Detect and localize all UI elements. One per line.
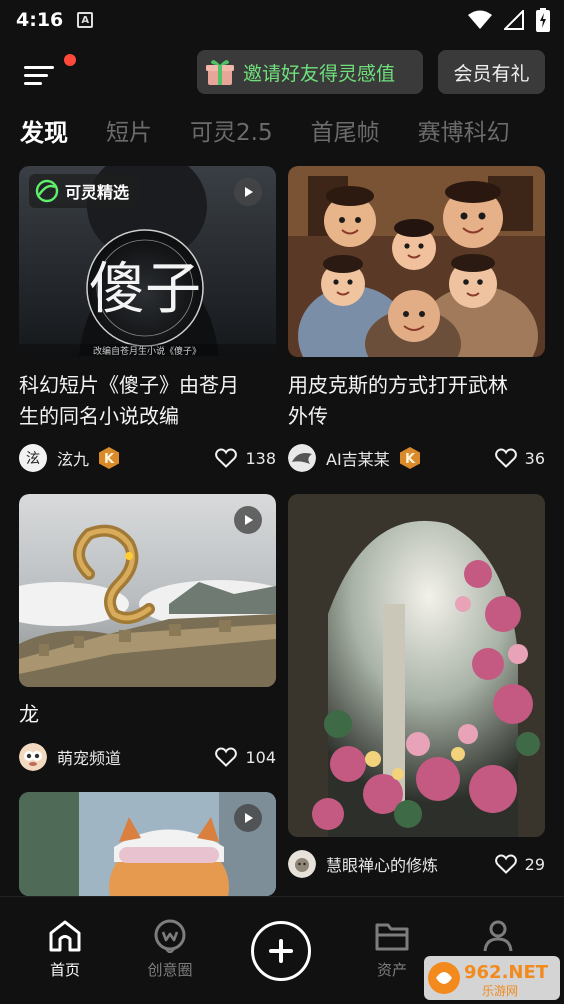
heart-icon xyxy=(215,747,238,767)
card-title-line: 用皮克斯的方式打开武林 xyxy=(288,373,508,397)
play-icon xyxy=(234,804,262,832)
card-title-line: 外传 xyxy=(288,404,328,428)
nav-assets[interactable]: 资产 xyxy=(352,919,432,980)
like-count: 104 xyxy=(245,747,276,767)
battery-icon xyxy=(536,8,550,32)
video-thumbnail[interactable] xyxy=(288,166,545,357)
card-meta: 萌宠频道 104 xyxy=(19,742,276,772)
tab-kling-2-5[interactable]: 可灵2.5 xyxy=(190,113,273,147)
nav-creative[interactable]: 创意圈 xyxy=(130,919,210,980)
author-name[interactable]: 慧眼禅心的修炼 xyxy=(326,852,438,876)
tab-discover[interactable]: 发现 xyxy=(20,113,68,148)
home-icon xyxy=(49,920,81,952)
nav-home-label: 首页 xyxy=(49,961,80,979)
vip-gift-button[interactable]: 会员有礼 xyxy=(438,50,545,94)
like-button[interactable]: 29 xyxy=(494,854,545,874)
video-thumbnail[interactable] xyxy=(19,494,276,687)
gift-icon xyxy=(206,60,234,85)
thumbnail-image xyxy=(288,166,545,357)
feed-card[interactable]: 用皮克斯的方式打开武林 外传 AI吉某某 K 36 xyxy=(288,166,545,481)
top-header: 邀请好友得灵感值 会员有礼 xyxy=(0,44,564,100)
feed-card[interactable] xyxy=(19,792,276,896)
create-button[interactable] xyxy=(251,921,311,981)
play-icon xyxy=(234,178,262,206)
poster-text: 傻子 xyxy=(89,257,201,322)
creator-badge-icon: K xyxy=(399,447,420,469)
invite-label: 邀请好友得灵感值 xyxy=(243,62,396,85)
notification-icon: A xyxy=(77,12,94,28)
like-count: 36 xyxy=(524,448,545,468)
plus-icon xyxy=(269,939,293,963)
avatar[interactable] xyxy=(288,444,316,472)
card-title-line: 生的同名小说改编 xyxy=(19,404,179,428)
nav-home[interactable]: 首页 xyxy=(25,919,105,980)
card-title-line: 科幻短片《傻子》由苍月 xyxy=(19,373,239,397)
author-name[interactable]: 萌宠频道 xyxy=(57,745,121,769)
card-meta: AI吉某某 K 36 xyxy=(288,443,545,473)
thumbnail-caption: 改编自苍月生小说《傻子》 xyxy=(93,345,201,357)
menu-button[interactable] xyxy=(22,54,76,90)
video-thumbnail[interactable]: 傻子 改编自苍月生小说《傻子》 可灵精选 xyxy=(19,166,276,357)
featured-label: 可灵精选 xyxy=(65,183,130,202)
card-meta: 慧眼禅心的修炼 29 xyxy=(288,849,545,879)
creator-badge-letter: K xyxy=(104,452,115,467)
watermark-sub: 乐游网 xyxy=(482,984,518,998)
feed-card[interactable]: 慧眼禅心的修炼 29 xyxy=(288,494,545,884)
avatar[interactable] xyxy=(19,743,47,771)
thumbnail-image xyxy=(288,494,545,837)
card-meta: 泫 泫九 K 138 xyxy=(19,443,276,473)
category-tabs: 发现 短片 可灵2.5 首尾帧 赛博科幻 xyxy=(20,108,510,152)
nav-creative-label: 创意圈 xyxy=(147,961,193,979)
avatar-glyph: 泫 xyxy=(26,451,40,467)
tab-cyber-scifi[interactable]: 赛博科幻 xyxy=(418,113,510,147)
nav-assets-label: 资产 xyxy=(376,961,407,979)
like-button[interactable]: 138 xyxy=(215,448,276,468)
creator-badge-letter: K xyxy=(405,452,416,467)
card-title-line: 龙 xyxy=(19,702,39,726)
wifi-icon xyxy=(468,10,492,29)
card-title[interactable]: 龙 xyxy=(19,699,276,730)
like-count: 138 xyxy=(245,448,276,468)
status-bar: 4:16 A xyxy=(0,0,564,40)
watermark-logo: 962.NET 乐游网 xyxy=(424,956,560,1000)
creative-circle-icon xyxy=(154,919,186,953)
profile-icon xyxy=(483,920,513,952)
signal-icon xyxy=(504,10,524,30)
featured-badge: 可灵精选 xyxy=(29,174,140,208)
status-icons xyxy=(468,8,550,32)
avatar[interactable] xyxy=(288,850,316,878)
video-thumbnail[interactable] xyxy=(288,494,545,837)
feed-card[interactable]: 龙 萌宠频道 104 xyxy=(19,494,276,778)
card-title[interactable]: 用皮克斯的方式打开武林 外传 xyxy=(288,370,545,432)
author-name[interactable]: 泫九 xyxy=(57,446,89,470)
status-time: 4:16 xyxy=(16,9,64,31)
heart-icon xyxy=(215,448,238,468)
tab-shorts[interactable]: 短片 xyxy=(106,113,152,147)
invite-friends-button[interactable]: 邀请好友得灵感值 xyxy=(197,50,423,94)
card-title[interactable]: 科幻短片《傻子》由苍月 生的同名小说改编 xyxy=(19,370,276,432)
kling-logo-icon xyxy=(35,179,59,203)
nav-profile[interactable] xyxy=(458,919,538,953)
author-name[interactable]: AI吉某某 xyxy=(326,446,390,470)
video-thumbnail[interactable] xyxy=(19,792,276,896)
heart-icon xyxy=(494,448,517,468)
menu-notification-dot xyxy=(64,54,76,66)
avatar[interactable]: 泫 xyxy=(19,444,47,472)
play-icon xyxy=(234,506,262,534)
tab-first-last-frame[interactable]: 首尾帧 xyxy=(311,113,380,147)
feed-card[interactable]: 傻子 改编自苍月生小说《傻子》 可灵精选 科幻短片《傻子》由苍月 生的同名小说改… xyxy=(19,166,276,481)
menu-icon xyxy=(24,66,54,85)
creator-badge-icon: K xyxy=(99,447,120,469)
like-button[interactable]: 36 xyxy=(494,448,545,468)
watermark-brand: 962.NET xyxy=(464,962,549,983)
like-button[interactable]: 104 xyxy=(215,747,276,767)
heart-icon xyxy=(494,854,517,874)
site-watermark: 962.NET 乐游网 xyxy=(422,952,562,1002)
like-count: 29 xyxy=(524,854,545,874)
folder-icon xyxy=(375,923,409,951)
